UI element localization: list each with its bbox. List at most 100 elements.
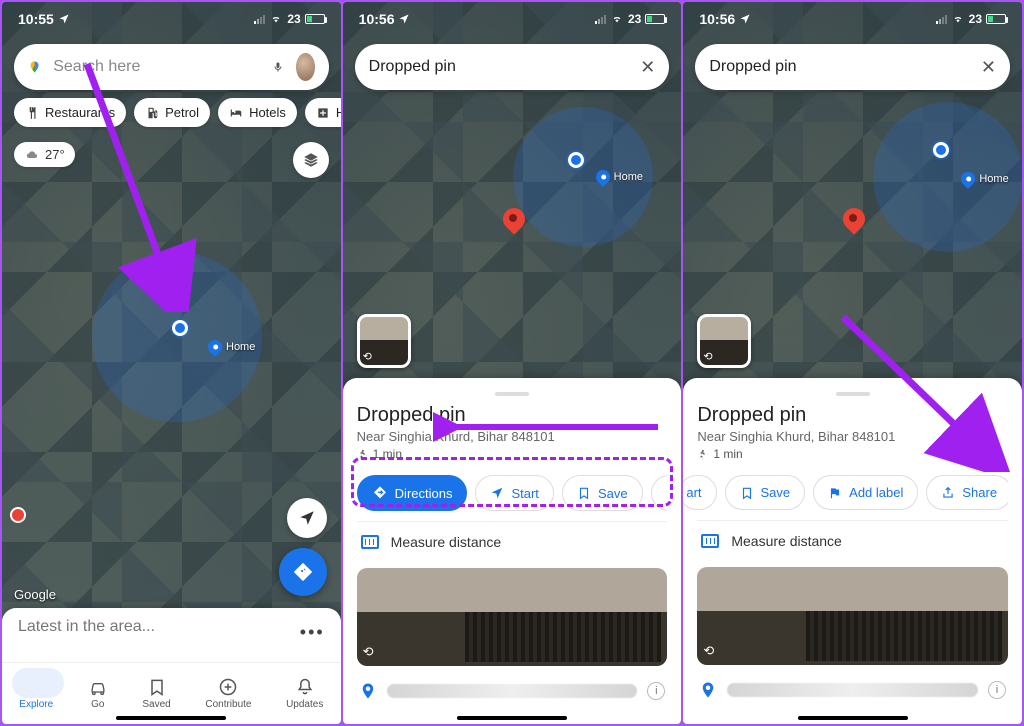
screen-3: 10:56 23 Dropped pin ✕ Home ⟲ Dropped pi… <box>683 2 1022 724</box>
accuracy-circle <box>92 252 262 422</box>
streetview-icon: ⟲ <box>363 644 374 660</box>
home-label[interactable]: Home <box>961 172 1008 186</box>
search-bar-filled[interactable]: Dropped pin ✕ <box>695 44 1010 90</box>
search-bar-filled[interactable]: Dropped pin ✕ <box>355 44 670 90</box>
battery-icon <box>305 14 325 24</box>
google-wordmark: Google <box>14 587 56 602</box>
bottom-sheet-place[interactable]: Dropped pin Near Singhia Khurd, Bihar 84… <box>343 378 682 724</box>
chip-restaurants[interactable]: Restaurants <box>14 98 126 127</box>
measure-distance-row[interactable]: Measure distance <box>697 520 1008 561</box>
layers-button[interactable] <box>293 142 329 178</box>
start-button-cut[interactable]: art <box>683 475 716 510</box>
plus-circle-icon <box>218 677 238 697</box>
status-bar: 10:55 23 <box>2 2 341 36</box>
search-bar[interactable] <box>14 44 329 90</box>
ruler-icon <box>701 534 719 548</box>
layers-icon <box>302 151 320 169</box>
place-address: Near Singhia Khurd, Bihar 848101 <box>357 429 668 444</box>
walk-icon <box>697 449 708 460</box>
flag-icon <box>666 486 668 500</box>
bottom-sheet-explore[interactable]: Latest in the area... ••• Explore Go Sav… <box>2 608 341 724</box>
drag-handle[interactable] <box>836 392 870 396</box>
tab-go[interactable]: Go <box>88 677 108 710</box>
battery-percent: 23 <box>628 12 641 26</box>
bell-icon <box>295 677 315 697</box>
streetview-icon: ⟲ <box>703 643 714 659</box>
streetview-preview[interactable]: ⟲ <box>357 568 668 666</box>
measure-distance-row[interactable]: Measure distance <box>357 521 668 562</box>
directions-icon <box>372 485 388 501</box>
pin-icon <box>699 681 717 699</box>
wifi-icon <box>269 14 283 24</box>
cloud-icon <box>24 149 40 161</box>
tab-contribute[interactable]: Contribute <box>205 677 251 710</box>
drag-handle[interactable] <box>495 392 529 396</box>
search-value: Dropped pin <box>369 58 629 76</box>
category-chip-row[interactable]: Restaurants Petrol Hotels Hos <box>14 98 341 127</box>
pin-icon <box>359 682 377 700</box>
save-button[interactable]: Save <box>562 475 643 511</box>
save-button[interactable]: Save <box>725 475 806 510</box>
cell-signal-icon <box>936 15 947 24</box>
home-label[interactable]: Home <box>208 340 255 354</box>
location-arrow-icon <box>398 13 410 25</box>
home-pin-icon <box>205 337 225 357</box>
streetview-icon: ⟲ <box>703 350 712 363</box>
place-title: Dropped pin <box>697 404 1008 427</box>
sheet-headline: Latest in the area... <box>18 618 325 636</box>
status-bar: 10:56 23 <box>343 2 682 36</box>
wifi-icon <box>951 14 965 24</box>
streetview-preview[interactable]: ⟲ <box>697 567 1008 665</box>
place-address: Near Singhia Khurd, Bihar 848101 <box>697 429 1008 444</box>
screen-1: 10:55 23 Restaurants Petrol Hotels Hos 2… <box>2 2 341 724</box>
bottom-sheet-place[interactable]: Dropped pin Near Singhia Khurd, Bihar 84… <box>683 378 1022 724</box>
info-icon[interactable]: i <box>988 681 1006 699</box>
my-location-button[interactable] <box>287 498 327 538</box>
street-view-thumbnail[interactable]: ⟲ <box>697 314 751 368</box>
address-row[interactable]: i <box>357 672 668 700</box>
clear-search-button[interactable]: ✕ <box>981 58 996 76</box>
sheet-menu-button[interactable]: ••• <box>300 622 325 643</box>
microphone-icon[interactable] <box>272 58 284 76</box>
walk-time: 1 min <box>697 447 1008 461</box>
chip-hotels[interactable]: Hotels <box>218 98 297 127</box>
account-avatar[interactable] <box>296 53 315 81</box>
action-button-row[interactable]: Directions Start Save <box>357 475 668 511</box>
tab-updates[interactable]: Updates <box>286 677 323 710</box>
dropped-pin-marker[interactable] <box>843 208 865 230</box>
battery-percent: 23 <box>287 12 300 26</box>
address-row[interactable]: i <box>697 671 1008 699</box>
place-title: Dropped pin <box>357 404 668 427</box>
home-label[interactable]: Home <box>596 170 643 184</box>
chip-hospitals-cut[interactable]: Hos <box>305 98 341 127</box>
chip-petrol[interactable]: Petrol <box>134 98 210 127</box>
clear-search-button[interactable]: ✕ <box>640 58 655 76</box>
current-location-dot[interactable] <box>172 320 188 336</box>
ios-home-indicator[interactable] <box>116 716 226 720</box>
current-location-dot[interactable] <box>568 152 584 168</box>
search-input[interactable] <box>53 58 260 76</box>
weather-chip[interactable]: 27° <box>14 142 75 167</box>
home-pin-icon <box>593 167 613 187</box>
add-label-button[interactable]: Add label <box>813 475 918 510</box>
share-button[interactable]: Share <box>926 475 1008 510</box>
blurred-address-text <box>727 683 978 697</box>
ios-home-indicator[interactable] <box>798 716 908 720</box>
tab-saved[interactable]: Saved <box>142 677 170 710</box>
ios-home-indicator[interactable] <box>457 716 567 720</box>
ruler-icon <box>361 535 379 549</box>
directions-fab[interactable] <box>279 548 327 596</box>
battery-icon <box>645 14 665 24</box>
start-button[interactable]: Start <box>475 475 553 511</box>
info-icon[interactable]: i <box>647 682 665 700</box>
add-label-button-cut[interactable] <box>651 475 668 511</box>
status-bar: 10:56 23 <box>683 2 1022 36</box>
poi-dot[interactable] <box>10 507 26 523</box>
car-icon <box>88 677 108 697</box>
three-phone-stage: 10:55 23 Restaurants Petrol Hotels Hos 2… <box>0 0 1024 726</box>
directions-button[interactable]: Directions <box>357 475 468 511</box>
battery-percent: 23 <box>969 12 982 26</box>
street-view-thumbnail[interactable]: ⟲ <box>357 314 411 368</box>
action-button-row-scrolled[interactable]: art Save Add label Share <box>683 475 1008 510</box>
dropped-pin-marker[interactable] <box>503 208 525 230</box>
